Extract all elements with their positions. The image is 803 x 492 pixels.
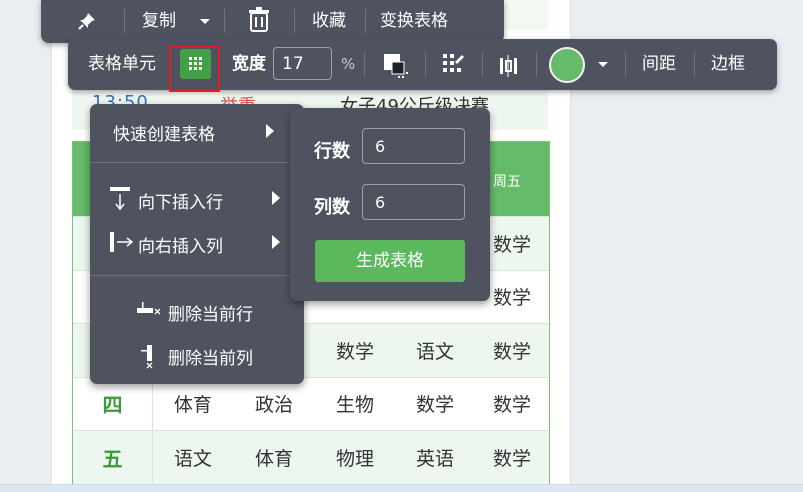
percent-unit: % [341,55,356,73]
rows-input[interactable] [362,128,465,164]
table-cell: 数学 [492,394,531,417]
row-header-cell: 四 [73,377,153,430]
chevron-right-icon [271,190,281,211]
table-cell: 数学 [415,394,454,417]
divider [364,52,365,77]
width-input[interactable] [273,47,332,80]
delete-column-icon [140,344,160,375]
row-header-cell: 五 [73,431,153,484]
table-toolbar: 表格单元 宽度 % [68,39,777,92]
quick-create-submenu: 行数 列数 生成表格 [290,108,490,301]
width-label: 宽度 [232,54,266,74]
table-cell: 数学 [492,340,531,363]
divider [224,9,225,33]
divider [365,9,366,33]
table-cell: 数学 [492,447,531,470]
insert-column-right-item[interactable]: 向右插入列 [138,232,223,257]
insert-row-below-icon [109,186,131,217]
columns-input[interactable] [362,184,465,220]
table-cell-label: 表格单元 [88,54,156,74]
table-cell: 数学 [335,340,374,363]
table-cell: 生物 [335,394,374,417]
divider [625,52,626,77]
divider [294,9,295,33]
divider [124,9,125,33]
table-cell: 语文 [415,340,454,363]
rows-label: 行数 [314,141,350,162]
columns-label: 列数 [314,197,350,218]
table-row: 四 体育 政治 生物 数学 数学 [73,376,549,430]
highlight-frame [169,46,220,92]
insert-row-below-item[interactable]: 向下插入行 [138,188,223,213]
copy-button[interactable]: 复制 [142,0,176,43]
border-button[interactable]: 边框 [711,39,745,90]
divider [694,52,695,77]
menu-divider [90,275,304,276]
table-cell: 体育 [173,394,212,417]
generate-table-button[interactable]: 生成表格 [315,240,465,282]
table-cell: 体育 [254,447,293,470]
favorite-button[interactable]: 收藏 [312,0,346,43]
cell-style-icon[interactable] [441,39,465,90]
table-cell: 物理 [335,447,374,470]
chevron-down-icon[interactable] [199,0,211,43]
trash-icon[interactable] [247,0,271,43]
delete-row-icon [136,301,162,326]
delete-row-item[interactable]: 删除当前行 [168,300,253,325]
divider [482,52,483,77]
insert-column-right-icon [109,231,135,258]
column-header-friday: 周五 [493,174,521,190]
top-floating-bar: 复制 收藏 变换表格 [41,0,504,43]
pin-icon[interactable] [77,0,97,43]
spacing-button[interactable]: 间距 [642,39,676,90]
chevron-down-icon[interactable] [597,39,609,90]
quick-create-table-item[interactable]: 快速创建表格 [113,120,215,145]
convert-table-button[interactable]: 变换表格 [380,0,448,43]
cell-shading-icon[interactable] [382,39,408,90]
table-cell: 英语 [415,447,454,470]
table-context-menu: 快速创建表格 向下插入行 向右插入列 删除当前行 删除当前列 [90,104,304,384]
delete-column-item[interactable]: 删除当前列 [168,344,253,369]
divider [425,52,426,77]
chevron-right-icon [265,123,275,144]
table-cell: 语文 [173,447,212,470]
align-icon[interactable] [498,39,522,90]
color-picker-swatch[interactable] [549,47,585,83]
menu-divider [90,162,304,163]
chevron-right-icon [271,234,281,255]
table-row: 五 语文 体育 物理 英语 数学 [73,430,549,484]
table-cell: 政治 [254,394,293,417]
divider [536,52,537,77]
